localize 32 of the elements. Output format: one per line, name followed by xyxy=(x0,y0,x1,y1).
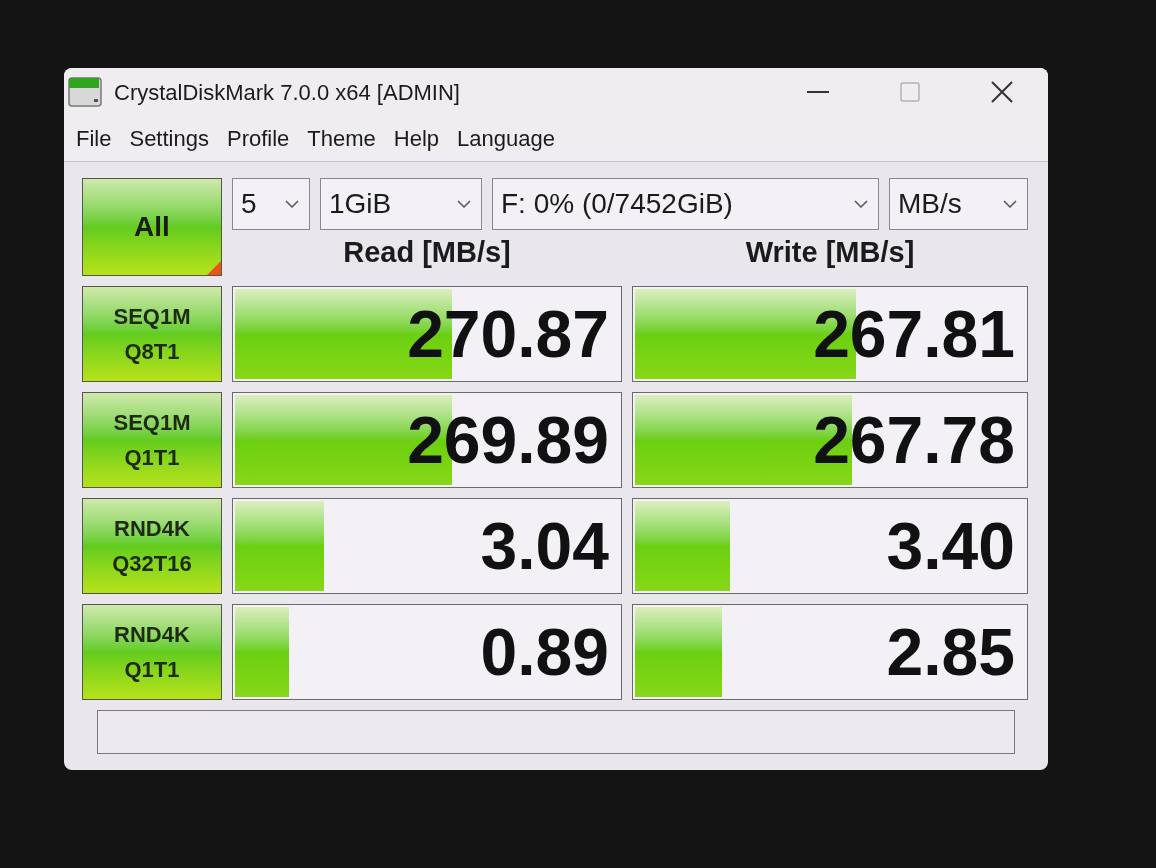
result-value: 0.89 xyxy=(480,619,609,685)
test-button[interactable]: RND4K Q32T16 xyxy=(82,498,222,594)
select-dropdown[interactable]: F: 0% (0/7452GiB) xyxy=(492,178,879,230)
close-icon xyxy=(991,81,1013,103)
menu-item[interactable]: Settings xyxy=(129,122,209,155)
chevron-down-icon xyxy=(457,200,471,208)
test-button[interactable]: RND4K Q1T1 xyxy=(82,604,222,700)
minimize-icon xyxy=(807,91,829,93)
test-button[interactable]: SEQ1M Q8T1 xyxy=(82,286,222,382)
comment-field[interactable] xyxy=(97,710,1015,754)
chevron-down-icon xyxy=(285,200,299,208)
menu-item[interactable]: Theme xyxy=(307,122,376,155)
result-value: 3.04 xyxy=(480,513,609,579)
select-dropdown[interactable]: 1GiB xyxy=(320,178,482,230)
menu-item[interactable]: Language xyxy=(457,122,555,155)
select-dropdown[interactable]: MB/s xyxy=(889,178,1028,230)
maximize-icon xyxy=(900,82,920,102)
window-title: CrystalDiskMark 7.0.0 x64 [ADMIN] xyxy=(114,78,460,107)
test-button[interactable]: SEQ1M Q1T1 xyxy=(82,392,222,488)
result-value: 3.40 xyxy=(886,513,1015,579)
drive-icon xyxy=(68,77,102,107)
corner-marker-icon xyxy=(207,261,221,275)
select-dropdown[interactable]: 5 xyxy=(232,178,310,230)
column-header: Write [MB/s] xyxy=(745,235,915,271)
all-button[interactable]: All xyxy=(82,178,222,276)
menu-item[interactable]: Profile xyxy=(226,122,290,155)
column-header: Read [MB/s] xyxy=(343,235,511,271)
chevron-down-icon xyxy=(854,200,868,208)
chevron-down-icon xyxy=(1003,200,1017,208)
menu-item[interactable]: Help xyxy=(393,122,440,155)
menu-item[interactable]: File xyxy=(76,122,112,155)
result-value: 2.85 xyxy=(886,619,1015,685)
